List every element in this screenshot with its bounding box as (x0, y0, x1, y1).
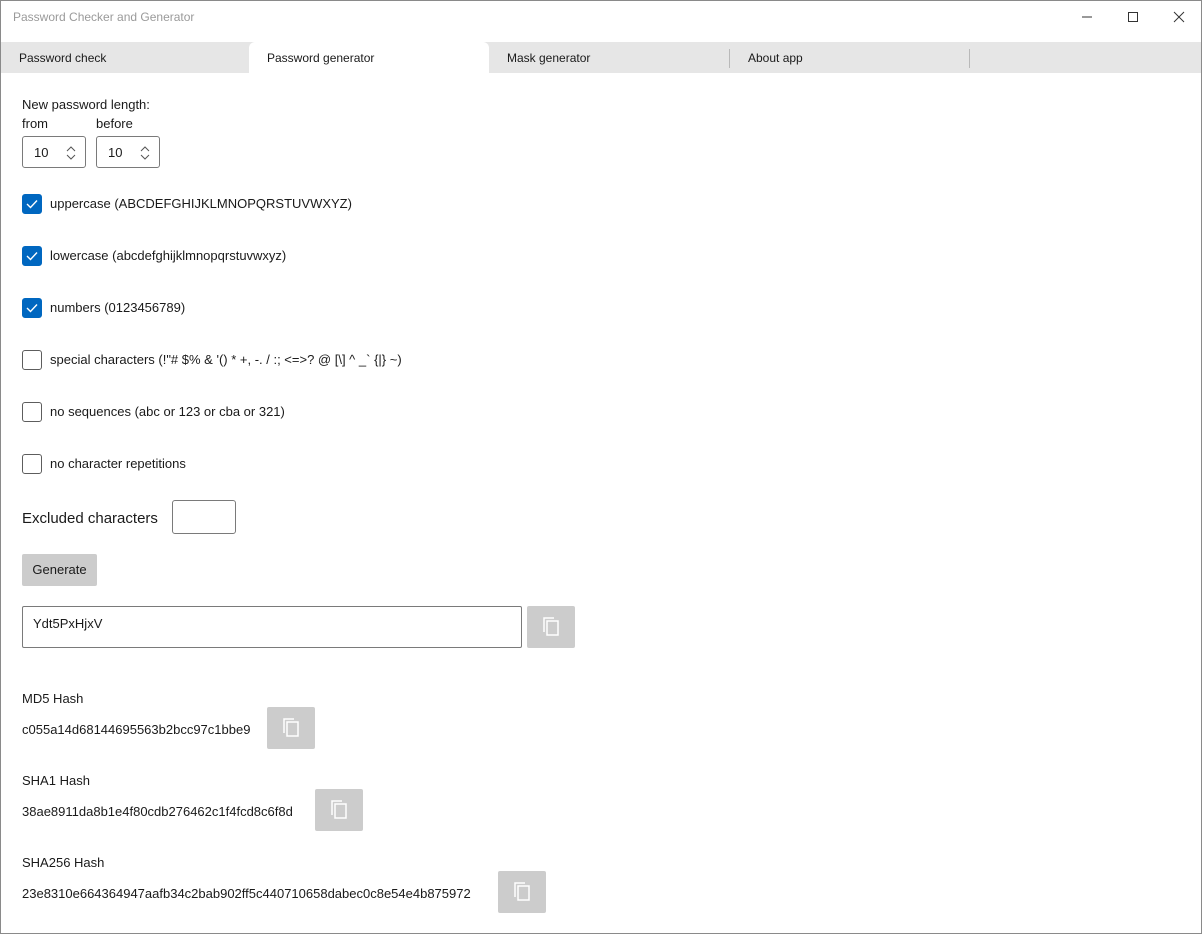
tab-about-app[interactable]: About app (730, 42, 970, 73)
checkmark-icon (26, 200, 38, 209)
copy-sha256-button[interactable] (498, 871, 546, 913)
md5-hash-label: MD5 Hash (22, 691, 84, 706)
special-characters-label: special characters (!"# $% & '() * +, -.… (50, 352, 402, 367)
numbers-label: numbers (0123456789) (50, 300, 186, 315)
length-before-stepper[interactable]: 10 (96, 136, 160, 168)
before-label: before (96, 116, 133, 131)
sha256-hash-value: 23e8310e664364947aafb34c2bab902ff5c44071… (22, 886, 471, 901)
generate-button[interactable]: Generate (22, 554, 97, 586)
excluded-characters-label: Excluded characters (22, 510, 158, 527)
numbers-checkbox[interactable] (22, 298, 42, 318)
no-sequences-label: no sequences (abc or 123 or cba or 321) (50, 404, 285, 419)
no-repetitions-label: no character repetitions (50, 456, 186, 471)
generator-panel: New password length: from before 10 10 u… (1, 73, 1201, 933)
tab-label: Password generator (267, 51, 375, 65)
tab-label: Mask generator (507, 51, 591, 65)
generated-password-field[interactable]: Ydt5PxHjxV (22, 606, 522, 648)
tab-label: About app (748, 51, 803, 65)
length-heading: New password length: (22, 97, 150, 112)
maximize-icon (1128, 12, 1138, 22)
app-window: Password Checker and Generator Password … (0, 0, 1202, 934)
checkmark-icon (26, 304, 38, 313)
tab-bar: Password check Password generator Mask g… (1, 42, 1201, 73)
tab-password-generator[interactable]: Password generator (249, 42, 489, 73)
copy-icon (331, 800, 347, 819)
copy-sha1-button[interactable] (315, 789, 363, 831)
no-sequences-checkbox[interactable] (22, 402, 42, 422)
lowercase-checkbox[interactable] (22, 246, 42, 266)
generated-password-value: Ydt5PxHjxV (33, 616, 103, 631)
tab-mask-generator[interactable]: Mask generator (489, 42, 729, 73)
length-from-stepper[interactable]: 10 (22, 136, 86, 168)
tab-divider (969, 49, 970, 68)
checkmark-icon (26, 252, 38, 261)
chevron-updown-icon[interactable] (140, 145, 150, 161)
maximize-button[interactable] (1110, 1, 1156, 33)
copy-icon (283, 718, 299, 737)
copy-password-button[interactable] (527, 606, 575, 648)
tab-label: Password check (19, 51, 107, 65)
uppercase-checkbox[interactable] (22, 194, 42, 214)
tab-password-check[interactable]: Password check (1, 42, 241, 73)
copy-md5-button[interactable] (267, 707, 315, 749)
close-button[interactable] (1156, 1, 1202, 33)
close-icon (1173, 11, 1185, 23)
length-from-value: 10 (34, 145, 49, 160)
excluded-characters-input[interactable] (172, 500, 236, 534)
minimize-button[interactable] (1064, 1, 1110, 33)
from-label: from (22, 116, 48, 131)
uppercase-label: uppercase (ABCDEFGHIJKLMNOPQRSTUVWXYZ) (50, 196, 352, 211)
no-repetitions-checkbox[interactable] (22, 454, 42, 474)
copy-icon (543, 617, 559, 636)
length-before-value: 10 (108, 145, 123, 160)
copy-icon (514, 882, 530, 901)
sha1-hash-value: 38ae8911da8b1e4f80cdb276462c1f4fcd8c6f8d (22, 804, 293, 819)
lowercase-label: lowercase (abcdefghijklmnopqrstuvwxyz) (50, 248, 287, 263)
sha1-hash-label: SHA1 Hash (22, 773, 90, 788)
title-bar[interactable]: Password Checker and Generator (1, 1, 1201, 33)
sha256-hash-label: SHA256 Hash (22, 855, 105, 870)
minimize-icon (1082, 16, 1092, 18)
window-title: Password Checker and Generator (13, 10, 195, 24)
md5-hash-value: c055a14d68144695563b2bcc97c1bbe9 (22, 722, 251, 737)
chevron-updown-icon[interactable] (66, 145, 76, 161)
special-characters-checkbox[interactable] (22, 350, 42, 370)
